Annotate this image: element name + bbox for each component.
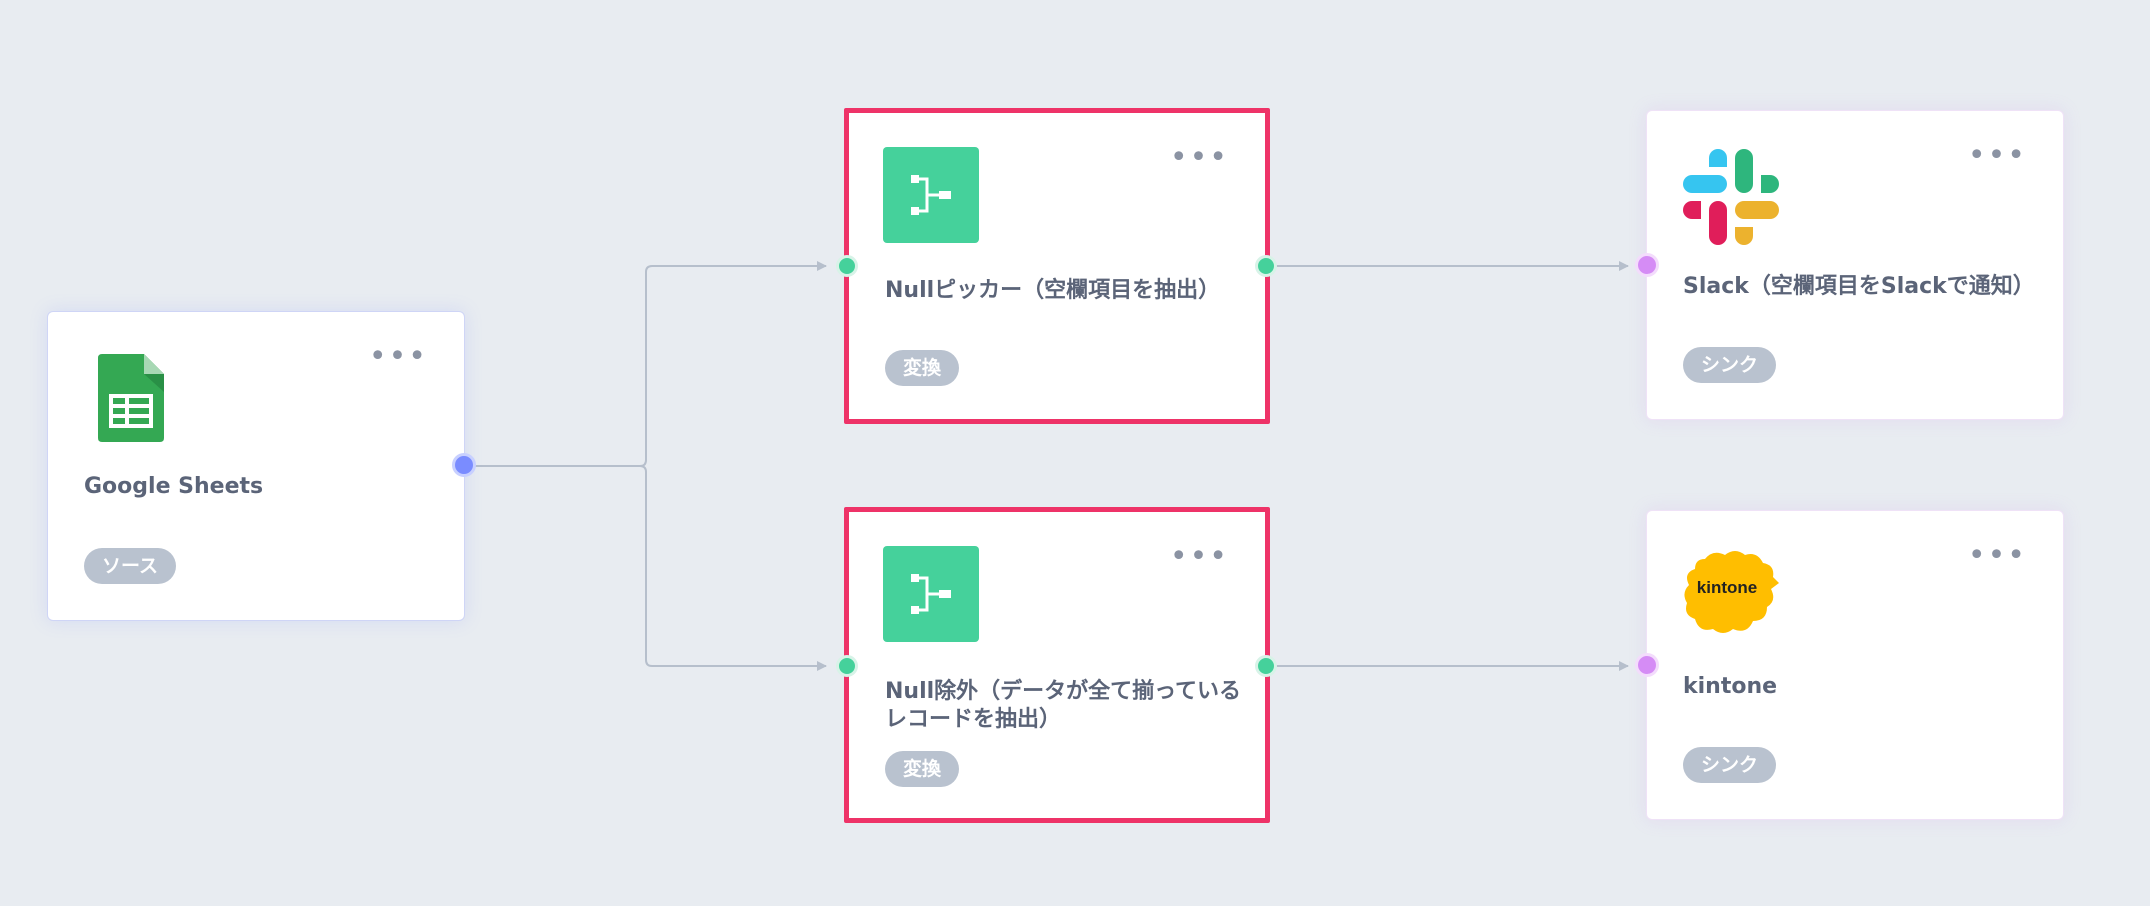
kintone-input-port[interactable] — [1635, 653, 1659, 677]
node-google-sheets[interactable]: ••• Google Sheets ソース — [47, 311, 465, 621]
node-null-picker[interactable]: ••• Nullピッカー（空欄項目を抽出） 変換 — [844, 108, 1270, 424]
slack-input-port[interactable] — [1635, 253, 1659, 277]
branch-transform-icon — [883, 147, 979, 243]
node-title: kintone — [1683, 674, 1778, 699]
node-menu-button[interactable]: ••• — [1170, 143, 1229, 173]
node-null-exclude[interactable]: ••• Null除外（データが全て揃っている レコードを抽出） 変換 — [844, 507, 1270, 823]
node-type-badge: シンク — [1683, 747, 1777, 783]
source-output-port[interactable] — [452, 453, 476, 477]
node-type-badge: 変換 — [885, 350, 960, 386]
node-slack[interactable]: ••• Slack（空欄項目をSlackで通知） シンク — [1646, 110, 2064, 420]
kintone-logo-text: kintone — [1697, 578, 1757, 597]
node-title-line-1: Null除外（データが全て揃っている — [885, 679, 1242, 704]
slack-logo-icon — [1683, 149, 1779, 245]
google-sheets-icon — [98, 354, 164, 442]
node-type-badge: シンク — [1683, 347, 1777, 383]
null-picker-input-port[interactable] — [836, 255, 858, 277]
node-title: Google Sheets — [84, 474, 264, 499]
node-menu-button[interactable]: ••• — [369, 342, 428, 372]
null-exclude-output-port[interactable] — [1255, 655, 1277, 677]
node-kintone[interactable]: kintone ••• kintone シンク — [1646, 510, 2064, 820]
node-type-badge: 変換 — [885, 751, 960, 787]
kintone-logo-icon: kintone — [1683, 549, 1779, 637]
node-menu-button[interactable]: ••• — [1968, 141, 2027, 171]
null-exclude-input-port[interactable] — [836, 655, 858, 677]
edge-source-to-nullexclude — [639, 465, 827, 671]
null-picker-output-port[interactable] — [1255, 255, 1277, 277]
node-title: Slack（空欄項目をSlackで通知） — [1683, 274, 2035, 299]
node-title: Nullピッカー（空欄項目を抽出） — [885, 278, 1221, 303]
node-menu-button[interactable]: ••• — [1170, 542, 1229, 572]
node-title: Null除外（データが全て揃っている レコードを抽出） — [885, 678, 1241, 734]
branch-transform-icon — [883, 546, 979, 642]
node-type-badge: ソース — [84, 548, 177, 584]
edge-source-to-nullpicker — [465, 261, 827, 467]
node-title-line-2: レコードを抽出） — [885, 707, 1062, 732]
node-menu-button[interactable]: ••• — [1968, 541, 2027, 571]
